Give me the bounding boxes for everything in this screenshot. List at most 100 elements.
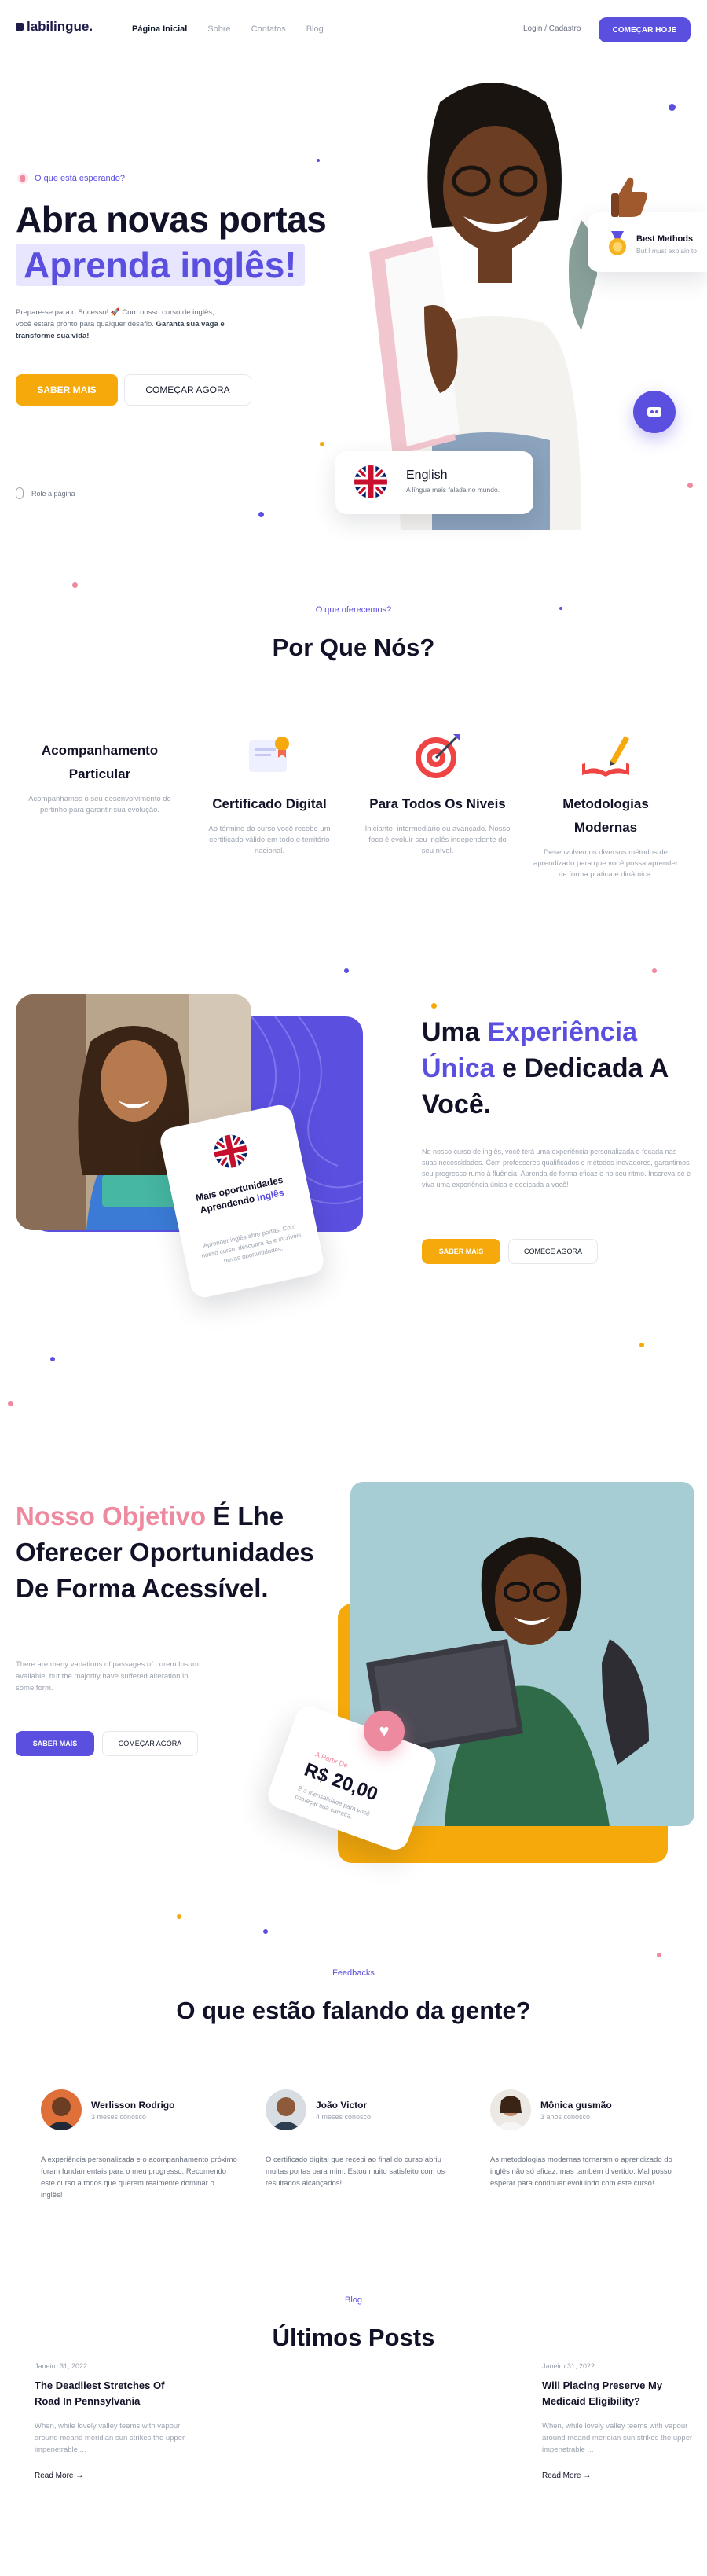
opportunities-card-title: Mais oportunidades Aprendendo Inglês [185,1171,298,1218]
decor-dot [8,1401,13,1406]
nav-link-about[interactable]: Sobre [207,24,230,34]
target-icon [411,729,464,783]
best-methods-subtitle: But I must explain to [636,247,698,255]
testimonial-name: Mônica gusmão [540,2099,612,2111]
hero-title-line2: Aprenda inglês! [16,244,305,286]
blog-title: Últimos Posts [272,2324,435,2351]
decor-dot [639,1343,644,1347]
experience-title: Uma Experiência Única e Dedicada A Você. [422,1014,681,1123]
top-navbar: labilingue. Página Inicial Sobre Contato… [0,0,707,60]
hero-eyebrow-text: O que está esperando? [35,174,125,183]
testimonial-name: João Victor [316,2099,368,2111]
post-title[interactable]: Will Placing Preserve My Medicaid Eligib… [542,2378,699,2409]
start-today-button[interactable]: COMEÇAR HOJE [599,17,691,42]
hero-start-now-button[interactable]: COMEÇAR AGORA [124,374,251,406]
testimonial-card: Werlisson Rodrigo 3 meses conosco A expe… [41,2089,237,2201]
nav-link-home[interactable]: Página Inicial [132,24,187,34]
feature-description: Acompanhamos o seu desenvolvimento de pe… [28,795,171,814]
testimonial-header: João Victor 4 meses conosco [266,2089,462,2130]
post-excerpt: When, while lovely valley teems with vap… [542,2422,693,2454]
feature-card-certificate: Certificado Digital Ao término do curso … [195,729,344,857]
experience-description: No nosso curso de inglês, você terá uma … [422,1148,691,1189]
testimonial-header: Mônica gusmão 3 anos conosco [490,2089,687,2130]
testimonials-eyebrow: Feedbacks [332,1968,375,1978]
blog-eyebrow: Blog [344,2295,363,2305]
experience-start-now-button[interactable]: COMECE AGORA [508,1239,598,1264]
experience-title-text: Uma [422,1017,488,1047]
logo-text: labilingue. [27,19,93,34]
book-pencil-icon [579,729,632,783]
testimonial-since: 3 meses conosco [91,2112,147,2121]
feature-title: Certificado Digital [212,796,327,811]
read-more-link[interactable]: Read More → [35,2471,192,2480]
decor-dot [657,1953,661,1957]
sparkle-icon [17,173,28,184]
testimonial-card: João Victor 4 meses conosco O certificad… [266,2089,462,2189]
blog-post-card[interactable]: Janeiro 31, 2022 Will Placing Preserve M… [542,2362,699,2480]
nav-link-blog[interactable]: Blog [306,24,324,34]
read-more-link[interactable]: Read More → [542,2471,699,2480]
nav-links: Página Inicial Sobre Contatos Blog [132,24,324,34]
experience-learn-more-button[interactable]: SABER MAIS [422,1239,500,1264]
logo[interactable]: labilingue. [16,19,93,35]
best-methods-title: Best Methods [636,234,694,244]
testimonial-text: As metodologias modernas tornaram o apre… [490,2155,672,2188]
hero-title-line1: Abra novas portas [16,199,327,240]
certificate-icon [243,729,296,783]
post-excerpt: When, while lovely valley teems with vap… [35,2422,185,2454]
decor-dot [687,483,693,488]
features-title: Por Que Nós? [272,634,435,661]
price-card-anchor [342,1727,350,1735]
post-date: Janeiro 31, 2022 [542,2362,595,2370]
testimonials-title: O que estão falando da gente? [176,1997,531,2024]
decor-dot [652,968,657,973]
medal-icon [606,231,628,258]
feature-title: Para Todos Os Níveis [369,796,506,811]
feature-description: Ao término do curso você recebe um certi… [208,825,331,855]
post-date: Janeiro 31, 2022 [35,2362,88,2370]
uk-flag-icon [354,465,387,498]
chat-floating-button[interactable] [633,391,676,433]
objective-start-now-button[interactable]: COMEÇAR AGORA [102,1731,198,1756]
features-eyebrow: O que oferecemos? [315,605,392,615]
hero-learn-more-button[interactable]: SABER MAIS [16,374,118,406]
post-title[interactable]: The Deadliest Stretches Of Road In Penns… [35,2378,192,2409]
feature-card-levels: Para Todos Os Níveis Iniciante, intermed… [363,729,512,857]
testimonial-since: 3 anos conosco [540,2112,591,2121]
avatar [266,2089,306,2130]
english-card-subtitle: A língua mais falada no mundo. [406,486,500,494]
hero-eyebrow: O que está esperando? [17,173,125,184]
heart-icon: ♥ [379,1721,390,1740]
blog-post-card[interactable]: Janeiro 31, 2022 The Deadliest Stretches… [35,2362,192,2480]
objective-title-accent: Nosso Objetivo [16,1501,207,1531]
decor-dot [317,159,320,162]
decor-dot [320,442,324,446]
testimonial-name: Werlisson Rodrigo [91,2099,175,2111]
thumbs-up-icon [610,175,650,219]
testimonial-since: 4 meses conosco [316,2112,372,2121]
login-link[interactable]: Login / Cadastro [523,24,581,33]
decor-dot [72,582,78,588]
decor-dot [177,1914,181,1919]
chat-icon [647,407,661,417]
feature-title: Acompanhamento Particular [41,743,159,781]
testimonial-text: A experiência personalizada e o acompanh… [41,2155,237,2199]
objective-description: There are many variations of passages of… [16,1660,199,1692]
english-language-card: English A língua mais falada no mundo. [335,451,533,514]
testimonial-header: Werlisson Rodrigo 3 meses conosco [41,2089,237,2130]
feature-card-methods: Metodologias Modernas Desenvolvemos dive… [531,729,680,880]
testimonial-card: Mônica gusmão 3 anos conosco As metodolo… [490,2089,687,2189]
scroll-hint[interactable]: Role a página [16,487,75,499]
uk-flag-icon [211,1131,251,1171]
feature-description: Iniciante, intermediário ou avançado. No… [364,825,511,855]
avatar [41,2089,82,2130]
scroll-hint-text: Role a página [31,489,75,498]
nav-link-contacts[interactable]: Contatos [251,24,286,34]
mouse-icon [16,487,24,499]
objective-learn-more-button[interactable]: SABER MAIS [16,1731,94,1756]
decor-dot [431,1003,437,1009]
decor-dot [263,1929,268,1934]
best-methods-card: Best Methods But I must explain to [588,177,707,272]
objective-title: Nosso Objetivo É Lhe Oferecer Oportunida… [16,1498,314,1607]
english-card-title: English [406,469,448,482]
